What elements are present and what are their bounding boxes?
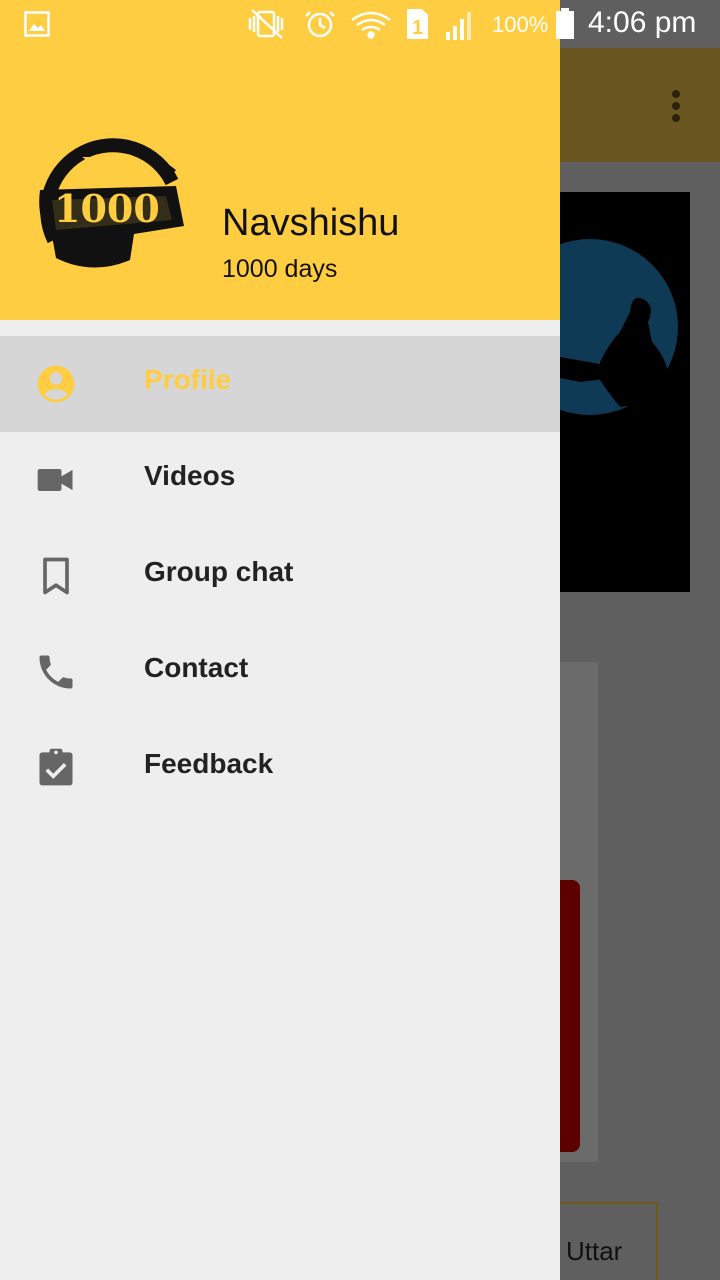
- menu-item-label: Feedback: [144, 748, 274, 779]
- menu-item-label: Contact: [144, 652, 249, 683]
- battery-icon: [556, 8, 574, 39]
- logo-days-text: DAYS: [82, 154, 137, 175]
- battery-percent: 100%: [492, 12, 549, 37]
- phone-icon: [39, 655, 73, 689]
- vibrate-off-icon: [248, 9, 284, 39]
- user-name: Navshishu: [222, 202, 400, 244]
- menu-item-group-chat[interactable]: Group chat: [0, 528, 560, 624]
- logo-1000-text: 1000: [54, 186, 160, 231]
- status-bar: 1 100% 4:06 pm: [0, 0, 720, 48]
- background-red-banner: [560, 880, 580, 1152]
- drawer-header: DAYS 1000 Navshishu 1000 days: [0, 0, 560, 320]
- video-thumbnail[interactable]: [560, 192, 690, 592]
- video-thumbnail-image: [560, 239, 678, 415]
- status-icons: 1: [248, 9, 471, 40]
- menu-item-contact[interactable]: Contact: [0, 624, 560, 720]
- videocam-icon: [37, 469, 73, 491]
- navigation-drawer: DAYS 1000 Navshishu 1000 days Profile Vi…: [0, 0, 560, 1280]
- alarm-icon: [305, 11, 335, 38]
- signal-icon: [446, 12, 471, 40]
- svg-text:1: 1: [412, 17, 423, 39]
- menu-item-label: Profile: [144, 364, 232, 395]
- menu-item-label: Videos: [144, 460, 236, 491]
- clock: 4:06 pm: [588, 6, 697, 39]
- menu-item-videos[interactable]: Videos: [0, 432, 560, 528]
- menu-item-profile[interactable]: Profile: [0, 336, 560, 432]
- screen: Uttar DAYS 1000 Navshishu 1000 days Prof…: [0, 0, 720, 1280]
- wifi-icon: [351, 11, 391, 39]
- more-vert-icon[interactable]: [664, 86, 688, 126]
- 1000-days-logo[interactable]: DAYS 1000: [34, 130, 185, 276]
- sim-1-icon: 1: [407, 9, 428, 39]
- user-subtitle: 1000 days: [222, 255, 338, 283]
- gallery-icon: [24, 11, 50, 37]
- bookmark-icon: [43, 557, 69, 595]
- drawer-menu: Profile Videos Group chat Contact Feedba…: [0, 336, 560, 816]
- menu-item-label: Group chat: [144, 556, 294, 587]
- assignment-check-icon: [39, 748, 73, 786]
- account-circle-icon: [37, 365, 75, 403]
- menu-item-feedback[interactable]: Feedback: [0, 720, 560, 816]
- background-partial-button-label: Uttar: [566, 1236, 623, 1266]
